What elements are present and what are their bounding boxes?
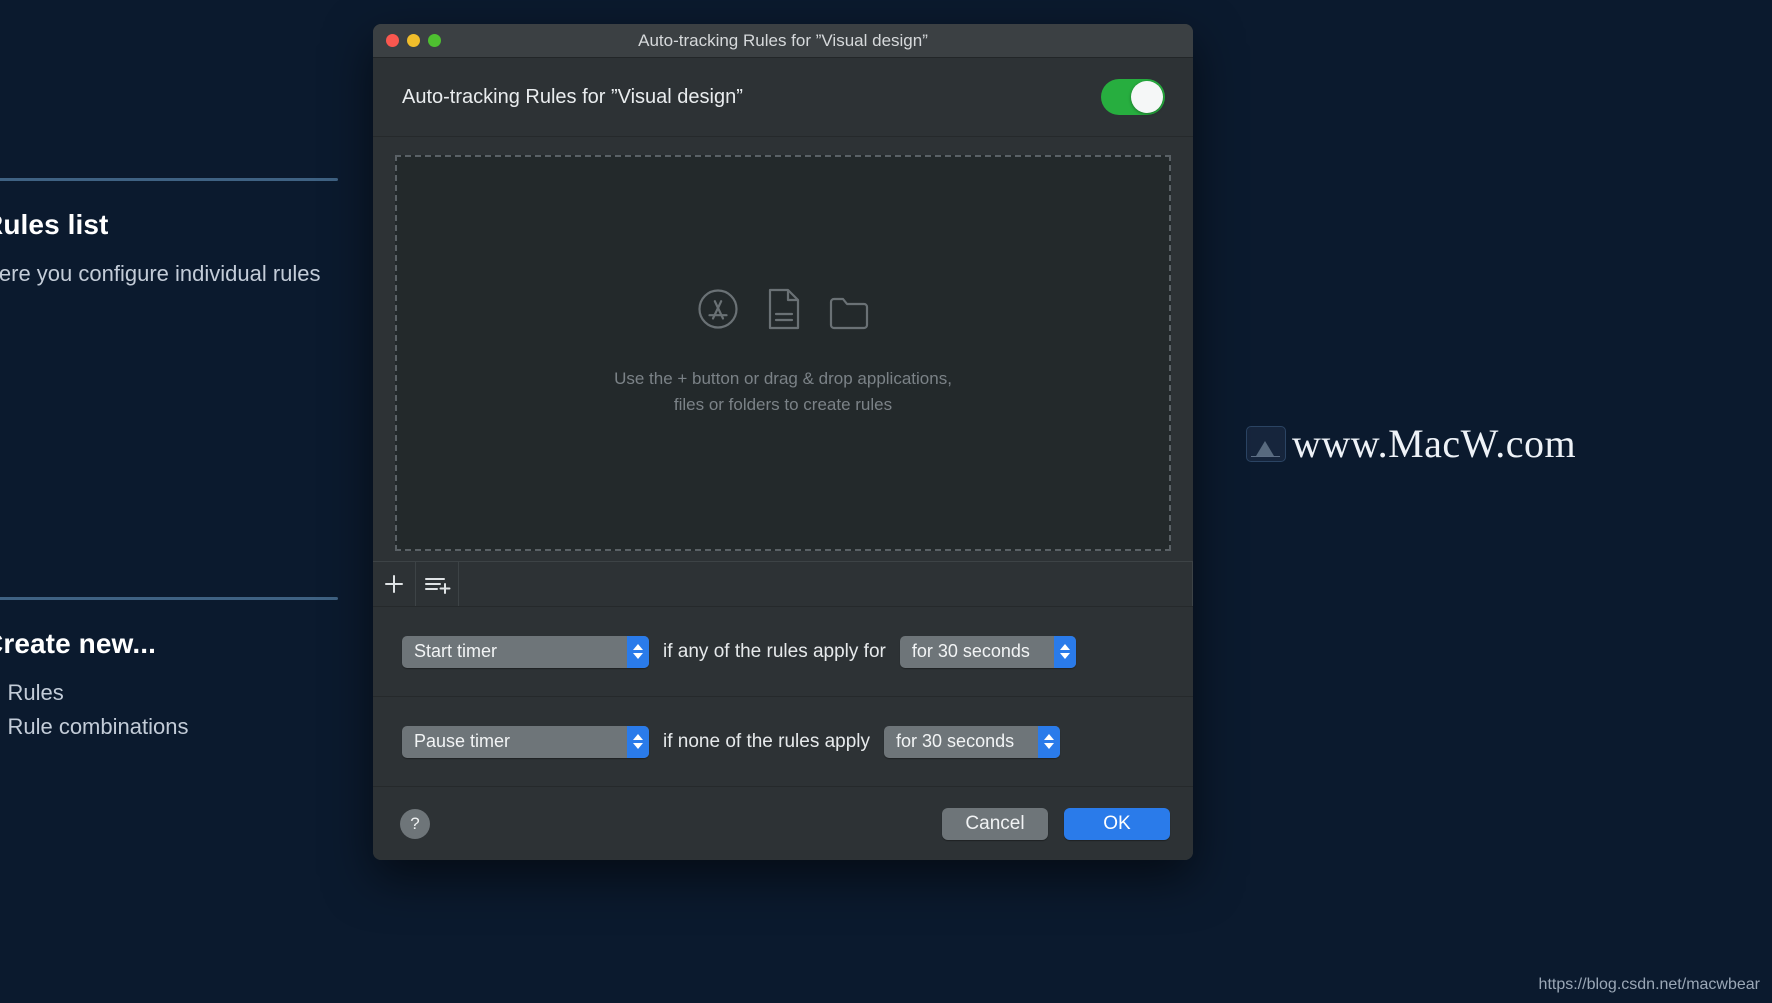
watermark-text: www.MacW.com: [1292, 421, 1577, 466]
auto-tracking-label: Auto-tracking Rules for ”Visual design”: [402, 85, 743, 108]
ok-button[interactable]: OK: [1064, 807, 1170, 840]
annotation-divider: [0, 597, 338, 600]
minimize-icon[interactable]: [407, 34, 420, 47]
pause-condition-label: if none of the rules apply: [663, 730, 871, 752]
help-button[interactable]: ?: [400, 808, 430, 839]
chevron-updown-icon[interactable]: [627, 725, 649, 758]
annotation-title: Create new...: [0, 628, 156, 659]
auto-tracking-rules-dialog: Auto-tracking Rules for ”Visual design” …: [373, 24, 1193, 860]
pause-action-select[interactable]: Pause timer: [402, 725, 649, 758]
list-plus-icon: [423, 573, 451, 595]
window-title: Auto-tracking Rules for ”Visual design”: [638, 30, 928, 50]
list-item: 2. Rule combinations: [0, 714, 189, 739]
start-action-value: Start timer: [414, 641, 498, 661]
chevron-updown-icon[interactable]: [1053, 635, 1076, 668]
rules-toolbar: [373, 561, 1193, 607]
start-condition-label: if any of the rules apply for: [663, 640, 886, 662]
left-annotation-panel: Rules list Here you configure individual…: [0, 0, 392, 1003]
dropzone-icons: [697, 288, 869, 330]
rules-dropzone[interactable]: Use the + button or drag & drop applicat…: [395, 155, 1171, 551]
plus-icon: [383, 573, 405, 595]
dropzone-hint-line1: Use the + button or drag & drop applicat…: [614, 369, 952, 388]
annotation-list: 1. Rules 2. Rule combinations: [0, 676, 343, 744]
chevron-updown-icon[interactable]: [627, 635, 649, 668]
auto-tracking-header-row: Auto-tracking Rules for ”Visual design”: [373, 58, 1193, 137]
start-delay-value: for 30 seconds: [911, 641, 1030, 661]
auto-tracking-toggle[interactable]: [1101, 79, 1165, 115]
chevron-updown-icon[interactable]: [1038, 725, 1061, 758]
annotation-create-new: Create new... 1. Rules 2. Rule combinati…: [0, 597, 343, 744]
watermark: www.MacW.com: [1246, 420, 1576, 467]
pause-action-value: Pause timer: [414, 731, 511, 751]
annotation-body: Here you configure individual rules: [0, 261, 321, 286]
annotation-rules-list: Rules list Here you configure individual…: [0, 178, 343, 291]
app-store-icon: [697, 288, 739, 330]
toggle-knob: [1131, 81, 1163, 113]
add-rule-button[interactable]: [373, 562, 416, 606]
pause-timer-rule-row: Pause timer if none of the rules apply f…: [373, 697, 1193, 787]
maximize-icon[interactable]: [428, 34, 441, 47]
start-timer-rule-row: Start timer if any of the rules apply fo…: [373, 607, 1193, 697]
annotation-title: Rules list: [0, 209, 109, 240]
window-traffic-lights: [373, 34, 441, 47]
macw-logo-icon: [1246, 425, 1286, 462]
pause-delay-select[interactable]: for 30 seconds: [884, 725, 1061, 758]
dropzone-container: Use the + button or drag & drop applicat…: [373, 137, 1193, 551]
close-icon[interactable]: [386, 34, 399, 47]
start-action-select[interactable]: Start timer: [402, 635, 649, 668]
annotation-divider: [0, 178, 338, 181]
cancel-button[interactable]: Cancel: [942, 807, 1048, 840]
folder-icon: [829, 294, 869, 330]
blog-url-text: https://blog.csdn.net/macwbear: [1538, 976, 1760, 993]
dialog-footer: ? Cancel OK: [373, 787, 1193, 860]
right-annotation-panel: Task switch Here you can deactivate Auto…: [1380, 0, 1772, 1003]
add-rule-combination-button[interactable]: [416, 562, 459, 606]
window-titlebar[interactable]: Auto-tracking Rules for ”Visual design”: [373, 24, 1193, 58]
pause-delay-value: for 30 seconds: [896, 731, 1015, 751]
document-icon: [767, 288, 801, 330]
list-item: 1. Rules: [0, 680, 64, 705]
dropzone-hint-line2: files or folders to create rules: [673, 395, 893, 414]
toolbar-spacer: [459, 562, 1193, 606]
start-delay-select[interactable]: for 30 seconds: [899, 635, 1076, 668]
